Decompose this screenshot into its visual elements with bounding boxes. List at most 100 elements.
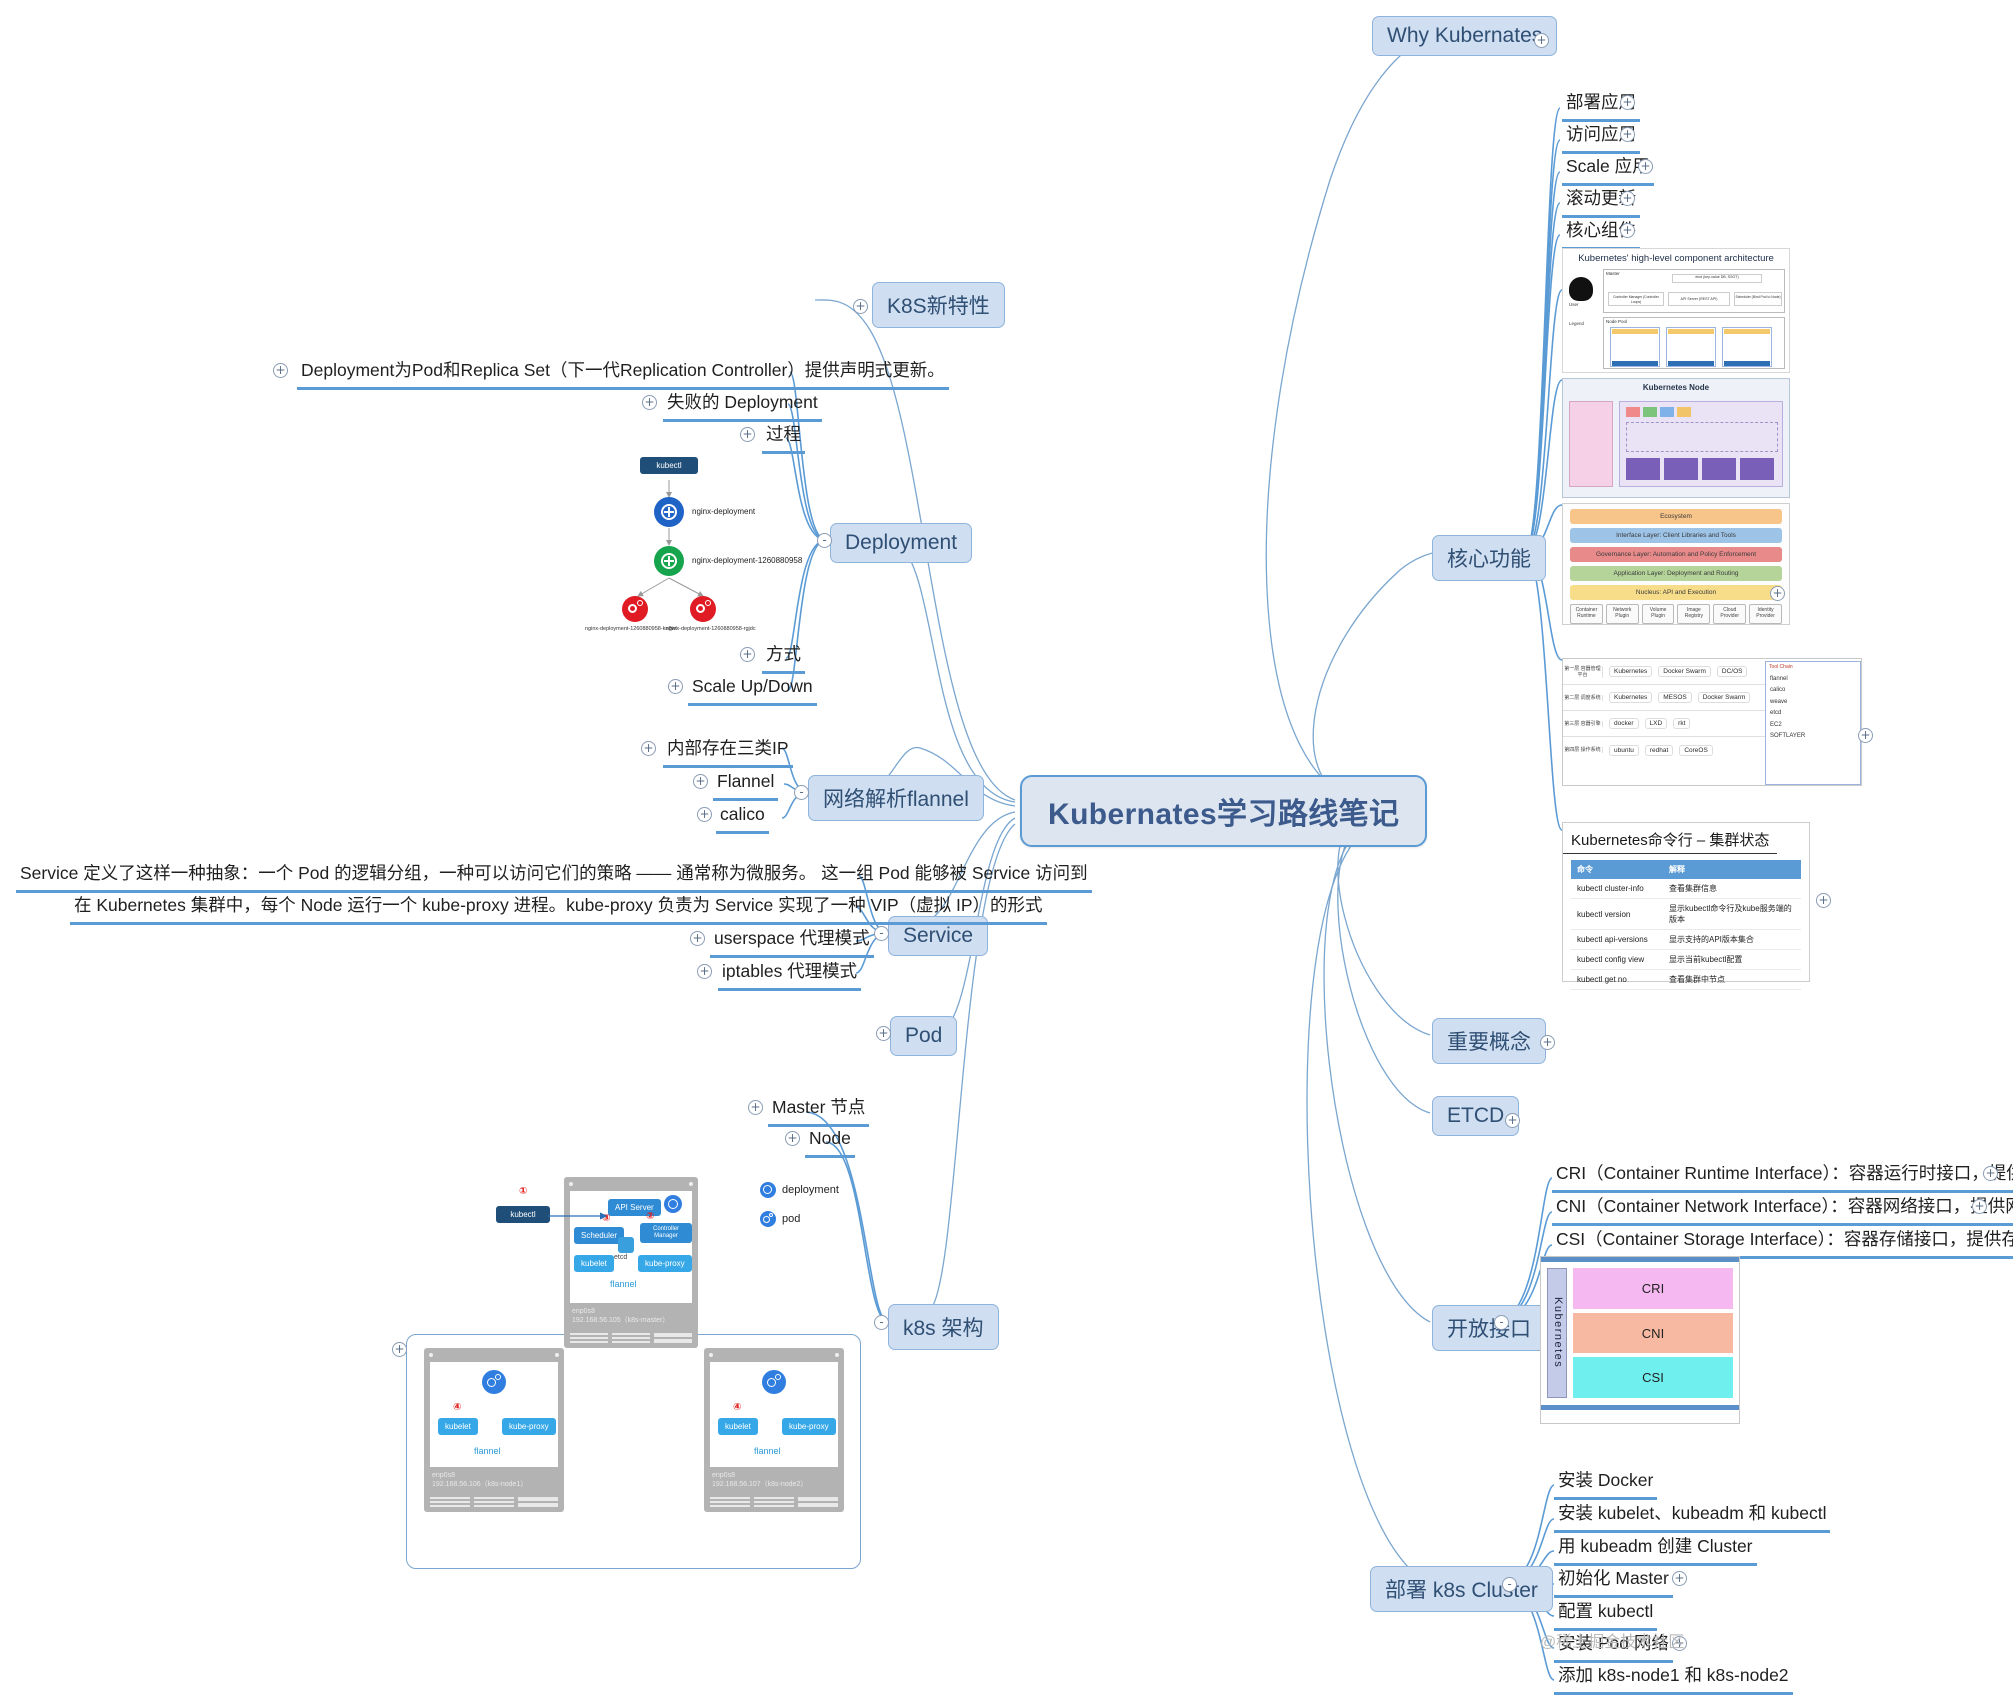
- leaf-config-kubectl[interactable]: 配置 kubectl: [1554, 1599, 1658, 1631]
- etcd-icon: [618, 1237, 634, 1253]
- leaf-service-definition[interactable]: Service 定义了这样一种抽象：一个 Pod 的逻辑分组，一种可以访问它们的…: [16, 861, 1092, 893]
- expand-badge-calico[interactable]: +: [697, 807, 712, 822]
- image-kubernetes-node: Kubernetes Node: [1562, 378, 1790, 498]
- leaf-cni[interactable]: CNI（Container Network Interface）：容器网络接口，…: [1552, 1194, 2013, 1226]
- leaf-calico[interactable]: calico: [716, 802, 769, 834]
- leaf-install-kubelet-kubeadm-kubectl[interactable]: 安装 kubelet、kubeadm 和 kubectl: [1554, 1501, 1831, 1533]
- branch-deployment[interactable]: Deployment: [830, 523, 973, 563]
- leaf-node[interactable]: Node: [805, 1126, 855, 1158]
- leaf-iptables-proxy-mode[interactable]: iptables 代理模式: [718, 959, 862, 991]
- expand-badge-userspace-proxy-mode[interactable]: +: [690, 931, 705, 946]
- expand-badge-three-ip-types[interactable]: +: [641, 741, 656, 756]
- expand-badge-k8s-new-features[interactable]: +: [853, 299, 868, 314]
- landscape-row-4-label: 第四层 操作系统: [1563, 747, 1603, 753]
- expand-badge-etcd[interactable]: +: [1505, 1113, 1520, 1128]
- branch-open-interfaces[interactable]: 开放接口: [1432, 1305, 1546, 1351]
- leaf-csi[interactable]: CSI（Container Storage Interface）：容器存储接口，…: [1552, 1227, 2013, 1259]
- user-avatar-icon: [1569, 277, 1593, 301]
- branch-core-features[interactable]: 核心功能: [1432, 535, 1546, 581]
- master-scheduler-box: Scheduler: [574, 1227, 625, 1244]
- expand-badge-deployment-definition[interactable]: +: [273, 363, 288, 378]
- node1-machine-base: [424, 1491, 564, 1512]
- expand-badge-scale-up-down[interactable]: +: [668, 679, 683, 694]
- csi-box: CSI: [1573, 1357, 1733, 1399]
- expand-badge-container-landscape[interactable]: +: [1858, 728, 1873, 743]
- branch-deploy-k8s-cluster[interactable]: 部署 k8s Cluster: [1370, 1566, 1553, 1612]
- leaf-scale-up-down[interactable]: Scale Up/Down: [688, 674, 817, 706]
- watermark: @稀土掘金技术社区: [1540, 1634, 1685, 1651]
- collapse-badge-open-interfaces[interactable]: -: [1494, 1315, 1509, 1330]
- expand-badge-node[interactable]: +: [785, 1131, 800, 1146]
- node1-iface: enp0s8: [432, 1472, 455, 1479]
- leaf-deployment-method[interactable]: 方式: [762, 642, 805, 674]
- collapse-badge-network-flannel[interactable]: -: [794, 785, 809, 800]
- branch-pod[interactable]: Pod: [890, 1016, 958, 1056]
- leaf-install-docker[interactable]: 安装 Docker: [1554, 1468, 1658, 1500]
- node2-mark: ④: [733, 1402, 742, 1413]
- expand-badge-deploy-app[interactable]: +: [1620, 95, 1635, 110]
- expand-badge-iptables-proxy-mode[interactable]: +: [697, 964, 712, 979]
- master-ip: 192.168.56.105（k8s-master）: [572, 1317, 670, 1325]
- leaf-failed-deployment[interactable]: 失败的 Deployment: [663, 390, 822, 422]
- cri-box: CRI: [1573, 1268, 1733, 1309]
- expand-badge-flannel[interactable]: +: [693, 774, 708, 789]
- expand-badge-kubernetes-cli-table[interactable]: +: [1816, 893, 1831, 908]
- expand-badge-master-node[interactable]: +: [748, 1100, 763, 1115]
- branch-important-concepts[interactable]: 重要概念: [1432, 1018, 1546, 1064]
- expand-badge-important-concepts[interactable]: +: [1540, 1035, 1555, 1050]
- expand-badge-deployment-method[interactable]: +: [740, 647, 755, 662]
- branch-k8s-new-features[interactable]: K8S新特性: [872, 282, 1005, 328]
- landscape-chip-ubuntu: ubuntu: [1609, 744, 1639, 756]
- node2-machine-body: ④ kubelet kube-proxy flannel: [704, 1362, 844, 1467]
- table-row: kubectl version 显示kubectl命令行及kube服务端的版本: [1571, 898, 1801, 930]
- image-high-level-architecture: Kubernetes' high-level component archite…: [1562, 248, 1790, 373]
- architecture-legend-deployment: deployment: [760, 1182, 839, 1198]
- pod-icon: [482, 1370, 506, 1394]
- branch-k8s-architecture[interactable]: k8s 架构: [888, 1304, 999, 1350]
- node1-flannel-label: flannel: [474, 1446, 501, 1456]
- high-level-arch-nodepool-label: Node Pool: [1606, 319, 1628, 324]
- leaf-flannel[interactable]: Flannel: [713, 769, 779, 801]
- branch-why-kubernates[interactable]: Why Kubernates: [1372, 16, 1558, 56]
- cell-cmd-get-no: kubectl get no: [1571, 969, 1663, 990]
- collapse-badge-k8s-architecture[interactable]: -: [874, 1315, 889, 1330]
- expand-badge-init-master[interactable]: +: [1672, 1571, 1687, 1586]
- node1-kubelet-box: kubelet: [438, 1418, 478, 1435]
- leaf-init-master[interactable]: 初始化 Master: [1554, 1566, 1673, 1598]
- collapse-badge-service[interactable]: -: [874, 926, 889, 941]
- expand-badge-deployment-process[interactable]: +: [740, 427, 755, 442]
- node2-kubelet-box: kubelet: [718, 1418, 758, 1435]
- landscape-chip-redhat: redhat: [1644, 744, 1674, 756]
- leaf-create-cluster-kubeadm[interactable]: 用 kubeadm 创建 Cluster: [1554, 1534, 1757, 1566]
- leaf-kube-proxy-vip[interactable]: 在 Kubernetes 集群中，每个 Node 运行一个 kube-proxy…: [70, 893, 1047, 925]
- expand-badge-architecture-group[interactable]: +: [392, 1342, 407, 1357]
- dep-replicaset-label: nginx-deployment-1260880958: [692, 556, 803, 565]
- landscape-chip-rkt: rkt: [1673, 718, 1691, 729]
- expand-badge-pod[interactable]: +: [876, 1026, 891, 1041]
- kubernetes-node-master-box: [1569, 401, 1613, 487]
- leaf-cri[interactable]: CRI（Container Runtime Interface）：容器运行时接口…: [1552, 1161, 2013, 1193]
- kubernetes-cli-table-title: Kubernetes命令行 – 集群状态: [1563, 823, 1778, 854]
- image-container-landscape: 第一层 容器管理平台 Kubernetes Docker Swarm DC/OS…: [1562, 658, 1862, 786]
- leaf-master-node[interactable]: Master 节点: [768, 1095, 870, 1127]
- leaf-userspace-proxy-mode[interactable]: userspace 代理模式: [710, 926, 874, 958]
- expand-badge-ecosystem-stack[interactable]: +: [1770, 586, 1785, 601]
- high-level-arch-controller-manager: Controller Manager (Controller Loops): [1608, 292, 1664, 306]
- expand-badge-cri[interactable]: +: [1983, 1166, 1998, 1181]
- expand-badge-rolling-update[interactable]: +: [1620, 191, 1635, 206]
- expand-badge-why-kubernates[interactable]: +: [1534, 33, 1549, 48]
- branch-network-flannel[interactable]: 网络解析flannel: [808, 775, 984, 821]
- master-mark-2: ②: [646, 1211, 655, 1222]
- collapse-badge-deploy-k8s-cluster[interactable]: -: [1502, 1577, 1517, 1592]
- expand-badge-failed-deployment[interactable]: +: [642, 395, 657, 410]
- leaf-deployment-definition[interactable]: Deployment为Pod和Replica Set（下一代Replicatio…: [297, 358, 949, 390]
- expand-badge-scale-app[interactable]: +: [1638, 159, 1653, 174]
- central-node[interactable]: Kubernates学习路线笔记: [1020, 775, 1428, 847]
- table-row: kubectl get no 查看集群中节点: [1571, 969, 1801, 990]
- expand-badge-access-app[interactable]: +: [1620, 127, 1635, 142]
- cell-desc-api-versions: 显示支持的API版本集合: [1663, 929, 1801, 950]
- leaf-add-nodes[interactable]: 添加 k8s-node1 和 k8s-node2: [1554, 1663, 1793, 1695]
- leaf-three-ip-types[interactable]: 内部存在三类IP: [663, 736, 793, 768]
- expand-badge-core-components[interactable]: +: [1620, 223, 1635, 238]
- expand-badge-cni[interactable]: +: [1972, 1199, 1987, 1214]
